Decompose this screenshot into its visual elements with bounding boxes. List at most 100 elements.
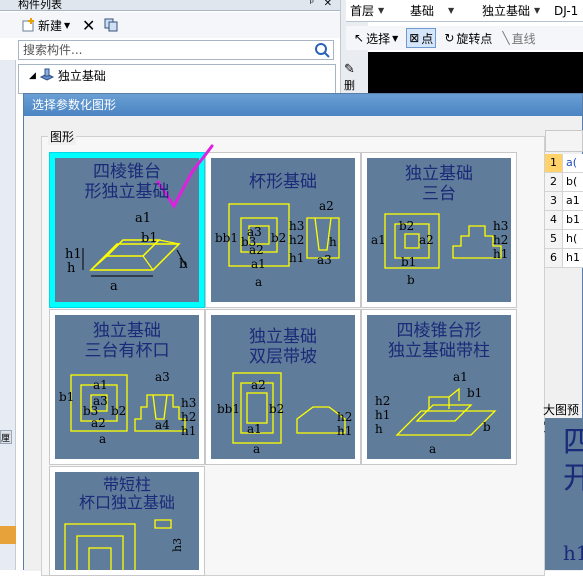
svg-text:h2: h2 <box>375 394 390 408</box>
shape-tile-double-slope[interactable]: 独立基础 双层带坡 a2 bb1 b2 a1 a h2 h1 <box>205 309 361 465</box>
line-label: 直线 <box>511 31 536 46</box>
shape-tile-short-column-cup[interactable]: 带短柱 杯口独立基础 h3 <box>49 466 205 576</box>
tile-caption-line: 带短柱 <box>102 475 151 494</box>
floor-select[interactable]: 首层 ▼ <box>346 1 406 21</box>
rotate-point-button[interactable]: ↻ 旋转点 <box>442 28 494 48</box>
shape-image: 带短柱 杯口独立基础 h3 <box>55 472 199 570</box>
shape-image: 独立基础 三台 a1 b2 a2 b1 b h3 h2 h1 <box>367 158 511 302</box>
shape-image: 杯形基础 a3 bb1 b3 b2 a2 a1 a a2 h3 h2 h1 h … <box>211 158 355 302</box>
drawing-canvas[interactable] <box>368 52 583 96</box>
row-value: a( <box>566 156 578 169</box>
delete-tool[interactable]: ✎ 删 <box>344 62 364 92</box>
row-number: 2 <box>545 173 563 191</box>
type-select[interactable]: 独立基础 ▼ <box>478 1 550 21</box>
svg-text:b1: b1 <box>59 390 74 404</box>
tile-caption-line: 四棱锥台形 <box>396 321 482 341</box>
point-label: 点 <box>421 31 434 46</box>
svg-text:b1: b1 <box>401 255 416 269</box>
component-search-input[interactable]: 搜索构件... <box>18 40 334 60</box>
component-list-toolbar: 新建 ▼ ✕ <box>0 12 340 38</box>
chevron-down-icon: ▼ <box>448 6 455 15</box>
svg-text:a1: a1 <box>135 211 151 226</box>
line-icon: ╲ <box>502 31 510 45</box>
rotate-point-label: 旋转点 <box>456 31 493 46</box>
select-tool-button[interactable]: ↖ 选择 ▼ <box>352 28 400 48</box>
category-select[interactable]: 基础 ▼ <box>406 1 478 21</box>
new-label: 新建 <box>38 18 63 33</box>
table-row[interactable]: 5 h( <box>545 230 583 249</box>
delete-icon[interactable]: ✕ <box>82 15 95 35</box>
svg-text:a2: a2 <box>91 416 106 430</box>
svg-text:a: a <box>429 442 436 456</box>
row-number: 5 <box>545 230 563 248</box>
preview-bottom-label: h1 <box>563 541 583 565</box>
foundation-icon <box>39 67 55 84</box>
svg-text:b: b <box>483 420 491 434</box>
svg-text:a2: a2 <box>251 378 266 392</box>
svg-text:h1: h1 <box>181 424 196 438</box>
type-value: 独立基础 <box>482 4 531 18</box>
svg-text:a4: a4 <box>155 418 170 432</box>
side-tab[interactable]: 厘 <box>0 430 12 444</box>
shape-tile-three-step[interactable]: 独立基础 三台 a1 b2 a2 b1 b h3 h2 h1 <box>361 152 517 308</box>
table-row[interactable]: 3 a1 <box>545 192 583 211</box>
table-row[interactable]: 1 a( <box>545 154 583 173</box>
shape-tile-pyramid-frustum[interactable]: 四棱锥台 形独立基础 a a1 b1 h1 h b <box>49 152 205 308</box>
search-icon[interactable] <box>314 42 332 58</box>
table-row[interactable]: 2 b( <box>545 173 583 192</box>
preview-glyph: 开 <box>563 461 583 496</box>
point-tool-button[interactable]: ⊠ 点 <box>406 28 437 48</box>
svg-text:h2: h2 <box>337 410 352 424</box>
point-icon: ⊠ <box>409 31 420 45</box>
dialog-body: 图形 四棱锥台 形独立基础 a a1 b1 h1 h b 杯形基础 a3 bb1… <box>24 116 582 576</box>
close-icon[interactable]: ✕ <box>324 0 332 9</box>
svg-text:h2: h2 <box>181 410 196 424</box>
tile-caption-line: 杯形基础 <box>249 172 317 192</box>
svg-text:h: h <box>375 422 383 436</box>
line-tool-button[interactable]: ╲ 直线 <box>500 28 537 48</box>
collapse-triangle-icon[interactable]: ◢ <box>29 71 36 81</box>
left-edge-strip: 厘 <box>0 60 16 570</box>
select-label: 选择 <box>366 31 391 46</box>
eraser-icon: ✎ <box>344 62 355 77</box>
tile-caption-line: 双层带坡 <box>249 347 317 367</box>
tree-item-root[interactable]: ◢ 独立基础 <box>29 67 106 84</box>
tile-caption-line: 形独立基础 <box>84 182 170 202</box>
copy-icon[interactable] <box>104 15 118 35</box>
row-value: b1 <box>566 213 580 226</box>
tile-caption-line: 四棱锥台 <box>93 162 161 182</box>
svg-text:b: b <box>179 257 187 272</box>
shape-tile-three-step-cup[interactable]: 独立基础 三台有杯口 a1 a3 b1 a3 b3 b2 a2 a4 h3 h2… <box>49 309 205 465</box>
svg-text:a3: a3 <box>317 253 332 267</box>
svg-text:a1: a1 <box>371 233 386 247</box>
delete-tool-label: 删 <box>344 79 355 92</box>
svg-text:a: a <box>255 275 262 289</box>
new-icon <box>22 18 36 32</box>
svg-text:h: h <box>67 261 76 276</box>
svg-text:h1: h1 <box>337 424 352 438</box>
tile-caption-line: 三台有杯口 <box>84 341 170 361</box>
tile-caption-line: 独立基础 <box>249 327 317 347</box>
svg-text:bb1: bb1 <box>215 231 238 245</box>
svg-text:h: h <box>329 235 337 249</box>
row-number: 6 <box>545 249 563 267</box>
chevron-down-icon: ▼ <box>534 6 541 15</box>
cursor-icon: ↖ <box>354 31 365 45</box>
shape-image: 四棱锥台 形独立基础 a a1 b1 h1 h b <box>55 158 199 302</box>
floor-selector-bar: 首层 ▼ 基础 ▼ 独立基础 ▼ DJ-1 <box>346 0 583 22</box>
svg-text:h3: h3 <box>493 219 508 233</box>
table-row[interactable]: 4 b1 <box>545 211 583 230</box>
new-button[interactable]: 新建 ▼ <box>22 15 70 35</box>
shape-group-label: 图形 <box>48 128 77 145</box>
item-select[interactable]: DJ-1 <box>550 1 578 21</box>
svg-text:a2: a2 <box>249 243 264 257</box>
component-list-title: 构件列表 <box>18 0 62 11</box>
table-row[interactable]: 6 h1 <box>545 249 583 268</box>
svg-text:a3: a3 <box>155 370 170 384</box>
shape-tile-pyramid-with-column[interactable]: 四棱锥台形 独立基础带柱 a1 h2 h1 h b1 b a <box>361 309 517 465</box>
svg-text:b2: b2 <box>399 219 414 233</box>
svg-text:h3: h3 <box>289 219 304 233</box>
svg-text:a1: a1 <box>251 257 266 271</box>
shape-tile-cup-foundation[interactable]: 杯形基础 a3 bb1 b3 b2 a2 a1 a a2 h3 h2 h1 h … <box>205 152 361 308</box>
pin-icon[interactable]: ᵖ <box>310 0 314 9</box>
